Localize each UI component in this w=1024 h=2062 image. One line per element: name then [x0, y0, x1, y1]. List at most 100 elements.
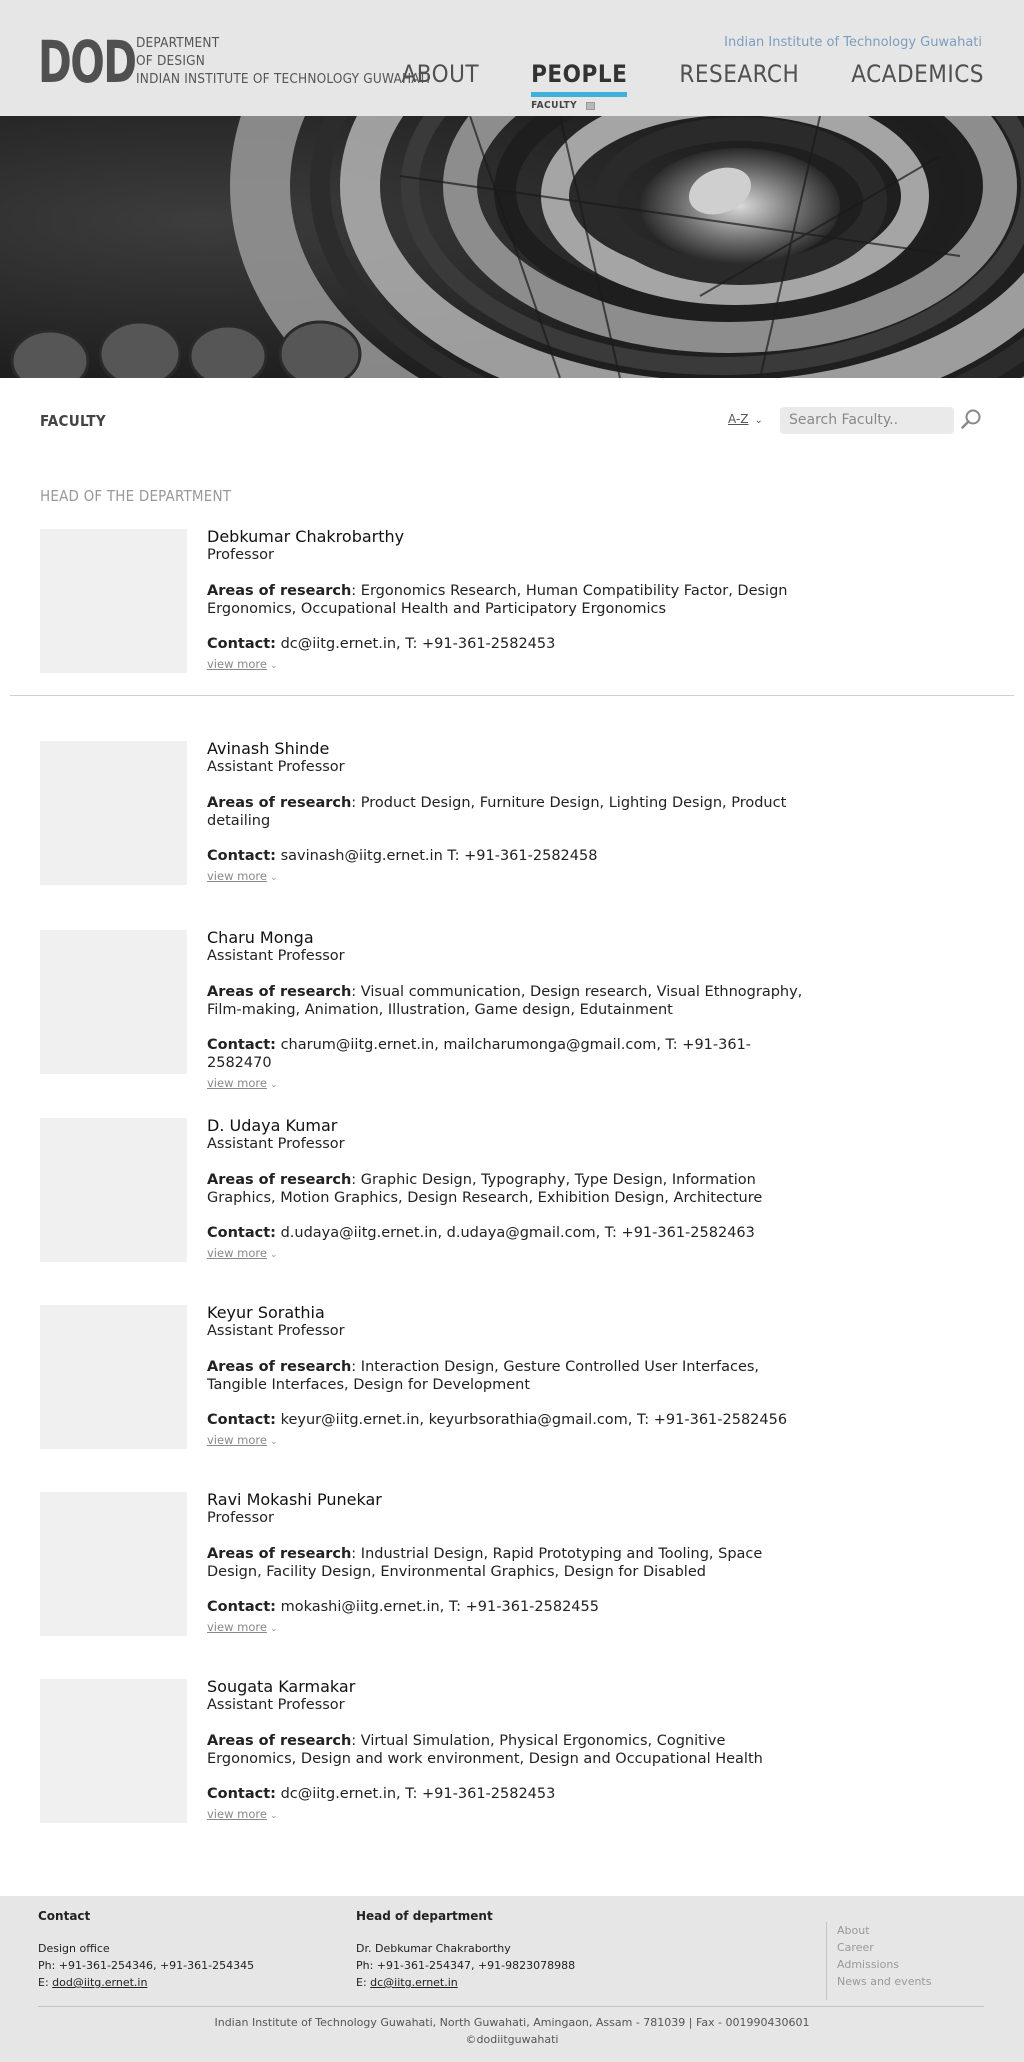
faculty-name[interactable]: Sougata Karmakar [207, 1677, 807, 1696]
research-label: Areas of research [207, 1359, 352, 1375]
view-more-link[interactable]: view more ⌄ [207, 1616, 807, 1635]
faculty-contact: Contact: d.udaya@iitg.ernet.in, d.udaya@… [207, 1224, 807, 1242]
faculty-name[interactable]: Keyur Sorathia [207, 1303, 807, 1322]
footer-address-block: Indian Institute of Technology Guwahati,… [0, 2014, 1024, 2048]
faculty-contact: Contact: dc@iitg.ernet.in, T: +91-361-25… [207, 635, 807, 653]
faculty-card: Charu Monga Assistant Professor Areas of… [40, 928, 802, 1090]
search-input[interactable]: Search Faculty.. [780, 407, 954, 434]
view-more-label: view more [207, 1433, 267, 1447]
view-more-label: view more [207, 869, 267, 883]
faculty-photo[interactable] [40, 1679, 187, 1823]
footer-links: About Career Admissions News and events [826, 1922, 931, 2000]
submenu-toggle-icon[interactable] [586, 102, 596, 110]
logo-line-2: OF DESIGN [136, 53, 206, 69]
chevron-down-icon: ⌄ [269, 1437, 278, 1447]
research-label: Areas of research [207, 1546, 352, 1562]
faculty-role: Assistant Professor [207, 1323, 345, 1339]
view-more-link[interactable]: view more ⌄ [207, 1242, 807, 1261]
footer-link-news[interactable]: News and events [837, 1973, 931, 1990]
faculty-info: Keyur Sorathia Assistant Professor Areas… [207, 1303, 807, 1448]
footer-hod-email-link[interactable]: dc@iitg.ernet.in [370, 1976, 458, 1989]
faculty-card: D. Udaya Kumar Assistant Professor Areas… [40, 1116, 800, 1268]
view-more-label: view more [207, 657, 267, 671]
nav-item-academics[interactable]: ACADEMICS [851, 60, 984, 88]
faculty-info: Debkumar Chakrobarthy Professor Areas of… [207, 527, 807, 672]
faculty-photo[interactable] [40, 1492, 187, 1636]
faculty-photo[interactable] [40, 930, 187, 1074]
footer-link-career[interactable]: Career [837, 1939, 931, 1956]
logo-mark: DOD [38, 28, 137, 96]
faculty-contact: Contact: mokashi@iitg.ernet.in, T: +91-3… [207, 1598, 807, 1616]
faculty-card: Sougata Karmakar Assistant Professor Are… [40, 1677, 800, 1829]
contact-label: Contact: [207, 1786, 276, 1802]
view-more-link[interactable]: view more ⌄ [207, 1429, 807, 1448]
faculty-info: Avinash Shinde Assistant Professor Areas… [207, 739, 807, 884]
site-header: DOD DEPARTMENT OF DESIGN INDIAN INSTITUT… [0, 0, 1024, 116]
faculty-info: Charu Monga Assistant Professor Areas of… [207, 928, 807, 1091]
faculty-info: Ravi Mokashi Punekar Professor Areas of … [207, 1490, 807, 1635]
view-more-link[interactable]: view more ⌄ [207, 1072, 807, 1091]
contact-label: Contact: [207, 1037, 276, 1053]
contact-details: mokashi@iitg.ernet.in, T: +91-361-258245… [275, 1599, 599, 1615]
faculty-photo[interactable] [40, 1305, 187, 1449]
chevron-down-icon: ⌄ [269, 661, 278, 671]
faculty-research: Areas of research: Interaction Design, G… [207, 1358, 807, 1394]
view-more-link[interactable]: view more ⌄ [207, 653, 807, 672]
faculty-name[interactable]: Debkumar Chakrobarthy [207, 527, 807, 546]
nav-item-people[interactable]: PEOPLE FACULTY [531, 60, 628, 111]
faculty-card: Avinash Shinde Assistant Professor Areas… [40, 739, 800, 891]
contact-details: d.udaya@iitg.ernet.in, d.udaya@gmail.com… [275, 1225, 755, 1241]
faculty-contact: Contact: keyur@iitg.ernet.in, keyurbsora… [207, 1411, 807, 1429]
hero-banner-image [0, 116, 1024, 378]
research-label: Areas of research [207, 795, 352, 811]
footer-address: Indian Institute of Technology Guwahati,… [214, 2016, 810, 2029]
footer-hod-name: Dr. Debkumar Chakraborthy [356, 1942, 511, 1955]
nav-item-about[interactable]: ABOUT [401, 60, 479, 88]
main-nav: ABOUT PEOPLE FACULTY RESEARCH ACADEMICS [401, 60, 984, 111]
sort-dropdown[interactable]: A-Z ⌄ [728, 412, 763, 426]
contact-label: Contact: [207, 848, 276, 864]
chevron-down-icon: ⌄ [269, 873, 278, 883]
faculty-contact: Contact: savinash@iitg.ernet.in T: +91-3… [207, 847, 807, 865]
site-logo[interactable]: DOD DEPARTMENT OF DESIGN INDIAN INSTITUT… [38, 32, 430, 92]
footer-copyright: ©dodiitguwahati [465, 2033, 559, 2046]
footer-contact-phone: Ph: +91-361-254346, +91-361-254345 [38, 1959, 255, 1972]
faculty-name[interactable]: Charu Monga [207, 928, 807, 947]
faculty-card: Ravi Mokashi Punekar Professor Areas of … [40, 1490, 800, 1642]
view-more-label: view more [207, 1076, 267, 1090]
contact-details: savinash@iitg.ernet.in T: +91-361-258245… [275, 848, 598, 864]
faculty-research: Areas of research: Ergonomics Research, … [207, 582, 807, 618]
nav-subitem-faculty-label: FACULTY [531, 100, 578, 111]
footer-link-admissions[interactable]: Admissions [837, 1956, 931, 1973]
faculty-photo[interactable] [40, 741, 187, 885]
contact-details: charum@iitg.ernet.in, mailcharumonga@gma… [207, 1037, 752, 1071]
faculty-photo[interactable] [40, 529, 187, 673]
search-icon[interactable] [960, 408, 982, 430]
research-label: Areas of research [207, 1733, 352, 1749]
faculty-name[interactable]: D. Udaya Kumar [207, 1116, 807, 1135]
faculty-name[interactable]: Ravi Mokashi Punekar [207, 1490, 807, 1509]
iit-guwahati-link[interactable]: Indian Institute of Technology Guwahati [724, 35, 982, 50]
faculty-photo[interactable] [40, 1118, 187, 1262]
section-divider [10, 695, 1014, 696]
view-more-label: view more [207, 1620, 267, 1634]
nav-item-research[interactable]: RESEARCH [679, 60, 799, 88]
faculty-role: Assistant Professor [207, 1136, 345, 1152]
faculty-research: Areas of research: Industrial Design, Ra… [207, 1545, 807, 1581]
faculty-contact: Contact: dc@iitg.ernet.in, T: +91-361-25… [207, 1785, 807, 1803]
nav-subitem-faculty[interactable]: FACULTY [531, 100, 596, 111]
footer-hod-heading: Head of department [356, 1909, 493, 1923]
view-more-link[interactable]: view more ⌄ [207, 865, 807, 884]
logo-line-3: INDIAN INSTITUTE OF TECHNOLOGY GUWAHATI [136, 71, 431, 87]
faculty-info: Sougata Karmakar Assistant Professor Are… [207, 1677, 807, 1822]
footer-link-about[interactable]: About [837, 1922, 931, 1939]
footer-contact-email-link[interactable]: dod@iitg.ernet.in [52, 1976, 147, 1989]
faculty-role: Assistant Professor [207, 1697, 345, 1713]
contact-label: Contact: [207, 1225, 276, 1241]
faculty-name[interactable]: Avinash Shinde [207, 739, 807, 758]
faculty-research: Areas of research: Visual communication,… [207, 983, 807, 1019]
email-prefix: E: [38, 1976, 53, 1989]
faculty-card: Keyur Sorathia Assistant Professor Areas… [40, 1303, 800, 1455]
view-more-link[interactable]: view more ⌄ [207, 1803, 807, 1822]
logo-line-1: DEPARTMENT [136, 35, 220, 51]
